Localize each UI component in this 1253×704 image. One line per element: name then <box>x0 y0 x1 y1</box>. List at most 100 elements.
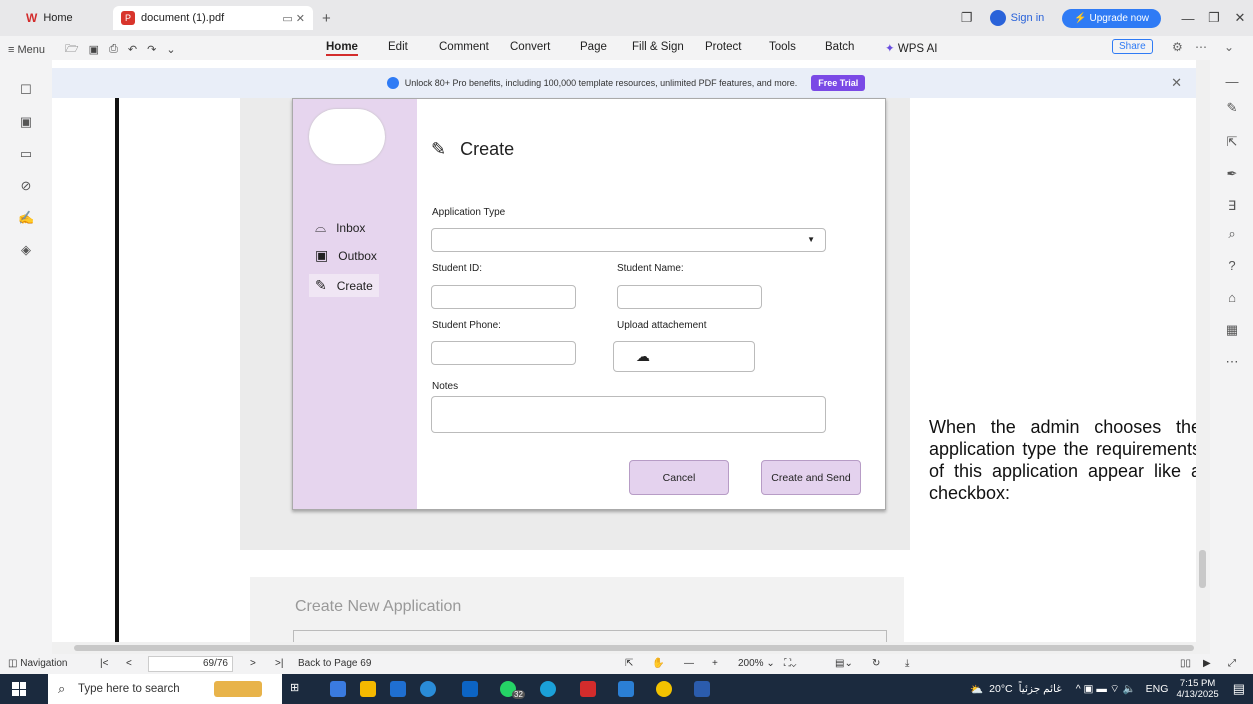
search-icon[interactable]: ⌕ <box>1224 226 1240 242</box>
save-icon[interactable]: ▣ <box>89 43 99 56</box>
weather-text: غائم جزئياً <box>1018 683 1062 695</box>
next-page-icon[interactable]: > <box>250 658 256 669</box>
app-icon[interactable] <box>420 681 436 697</box>
horizontal-scrollbar[interactable] <box>52 642 1210 654</box>
bookmark-icon[interactable]: ☐ <box>18 82 34 98</box>
search-icon: ⌕ <box>58 681 66 696</box>
thumbnail-icon[interactable]: ▣ <box>18 114 34 130</box>
free-trial-button[interactable]: Free Trial <box>811 75 866 91</box>
rotate-icon[interactable]: ↻ <box>872 658 880 669</box>
notification-icon[interactable]: ▤ <box>1233 681 1245 697</box>
print-icon[interactable]: ⎙ <box>109 43 118 56</box>
task-view-icon[interactable]: ⊞ <box>290 681 306 697</box>
fullscreen-icon[interactable]: ⤢ <box>1228 658 1236 669</box>
comment-icon[interactable]: ▭ <box>18 146 34 162</box>
download-icon[interactable]: ⤓ <box>905 658 909 669</box>
sidebar-outbox-label: Outbox <box>338 248 377 263</box>
edge-icon[interactable] <box>540 681 556 697</box>
select-tool-icon[interactable]: ⇱ <box>625 658 633 669</box>
reading-mode-icon[interactable]: ▯▯ <box>1180 658 1191 669</box>
vscode-icon[interactable] <box>618 681 634 697</box>
left-panel: ☐ ▣ ▭ ⊘ ✍ ◈ <box>0 60 52 654</box>
weather-temp[interactable]: 20°C <box>989 683 1012 695</box>
menu-home[interactable]: Home <box>326 41 358 56</box>
book-icon[interactable]: ⌂ <box>1224 290 1240 306</box>
restore-button[interactable]: ❐ <box>1201 10 1227 26</box>
chevron-down-icon[interactable]: ⌄ <box>166 43 175 56</box>
settings-icon[interactable]: ⚙ <box>1172 40 1183 54</box>
menu-tools[interactable]: Tools <box>769 41 796 53</box>
last-page-icon[interactable]: >| <box>275 658 283 669</box>
outlook-icon[interactable] <box>462 681 478 697</box>
more-icon[interactable]: ⋯ <box>1195 40 1207 54</box>
page-input[interactable]: 69/76 <box>148 656 233 672</box>
menu-protect[interactable]: Protect <box>705 41 741 53</box>
text-recognition-icon[interactable]: ∃ <box>1224 198 1240 214</box>
menu-edit[interactable]: Edit <box>388 41 408 53</box>
sign-in-button[interactable]: Sign in <box>989 10 1044 26</box>
system-tray: ⛅ 20°C غائم جزئياً ^ ▣ ▬ ⌔ 🔈 ENG 7:15 PM… <box>970 674 1253 704</box>
layers-icon[interactable]: ◈ <box>18 242 34 258</box>
export-icon[interactable]: ⇱ <box>1224 134 1240 150</box>
sign-icon[interactable]: ✒ <box>1224 166 1240 182</box>
word-icon[interactable] <box>694 681 710 697</box>
zoom-level[interactable]: 200% ⌄ <box>738 658 775 669</box>
redo-icon[interactable]: ↷ <box>147 43 156 56</box>
copilot-icon[interactable] <box>330 681 346 697</box>
share-button[interactable]: Share <box>1112 39 1153 54</box>
window-layout-icon[interactable]: ❐ <box>954 10 980 26</box>
outbox-icon: ▣ <box>315 247 329 263</box>
close-button[interactable]: ✕ <box>1227 10 1253 26</box>
menu-button[interactable]: ≡ Menu <box>8 44 55 56</box>
sidebar-item-outbox: ▣ Outbox <box>315 247 377 264</box>
attachment-icon[interactable]: ⊘ <box>18 178 34 194</box>
wps-icon[interactable] <box>580 681 596 697</box>
edit-pdf-icon[interactable]: ✎ <box>1224 100 1240 116</box>
vertical-scrollbar[interactable] <box>1196 60 1210 642</box>
windows-start-button[interactable] <box>12 682 26 696</box>
search-highlight-icon[interactable] <box>214 681 262 697</box>
new-tab-button[interactable]: + <box>322 10 331 27</box>
first-page-icon[interactable]: |< <box>100 658 108 669</box>
undo-icon[interactable]: ↶ <box>128 43 137 56</box>
scroll-thumb[interactable] <box>1199 550 1206 588</box>
signature-icon[interactable]: ✍ <box>18 210 34 226</box>
sidebar-item-inbox: ⌓ Inbox <box>315 219 365 236</box>
scroll-thumb-h[interactable] <box>74 645 1194 651</box>
chrome-icon[interactable] <box>656 681 672 697</box>
hand-tool-icon[interactable]: ✋ <box>652 658 664 669</box>
menu-page[interactable]: Page <box>580 41 607 53</box>
collapse-icon[interactable]: ⌄ <box>1224 40 1234 54</box>
tab-close-icon[interactable]: ▭ ✕ <box>282 12 305 25</box>
open-icon[interactable]: 🗁 <box>65 40 79 59</box>
help-icon[interactable]: ? <box>1224 258 1240 274</box>
navigation-button[interactable]: ◫ Navigation <box>8 658 68 669</box>
close-icon[interactable]: ✕ <box>1171 75 1182 91</box>
fit-page-icon[interactable]: ⛶⌄ <box>784 658 796 669</box>
tray-icons[interactable]: ^ ▣ ▬ ⌔ 🔈 <box>1076 682 1136 696</box>
zoom-out-button[interactable]: — <box>684 658 694 669</box>
clock[interactable]: 7:15 PM 4/13/2025 <box>1176 678 1218 700</box>
upgrade-button[interactable]: ⚡ Upgrade now <box>1062 8 1161 28</box>
calendar-icon[interactable]: ▦ <box>1224 322 1240 338</box>
prev-page-icon[interactable]: < <box>126 658 132 669</box>
file-explorer-icon[interactable] <box>360 681 376 697</box>
menu-comment[interactable]: Comment <box>439 41 489 53</box>
back-to-page-link[interactable]: Back to Page 69 <box>298 658 371 669</box>
tab-document[interactable]: P document (1).pdf ▭ ✕ <box>113 6 313 30</box>
minimize-button[interactable]: — <box>1175 11 1201 26</box>
application-type-label: Application Type <box>432 207 506 218</box>
minus-icon[interactable]: — <box>1224 74 1240 90</box>
language-indicator[interactable]: ENG <box>1146 683 1169 695</box>
play-icon[interactable]: ▶ <box>1203 658 1211 669</box>
zoom-in-button[interactable]: + <box>712 658 718 669</box>
next-figure-box <box>293 630 887 642</box>
view-mode-icon[interactable]: ▤⌄ <box>835 658 853 669</box>
menu-wps-ai[interactable]: ✦ WPS AI <box>885 41 937 55</box>
store-icon[interactable] <box>390 681 406 697</box>
menu-convert[interactable]: Convert <box>510 41 550 53</box>
menu-batch[interactable]: Batch <box>825 41 854 53</box>
more-tools-icon[interactable]: ⋯ <box>1224 354 1240 370</box>
tab-home[interactable]: W Home <box>18 6 110 30</box>
menu-fill-sign[interactable]: Fill & Sign <box>632 41 684 53</box>
